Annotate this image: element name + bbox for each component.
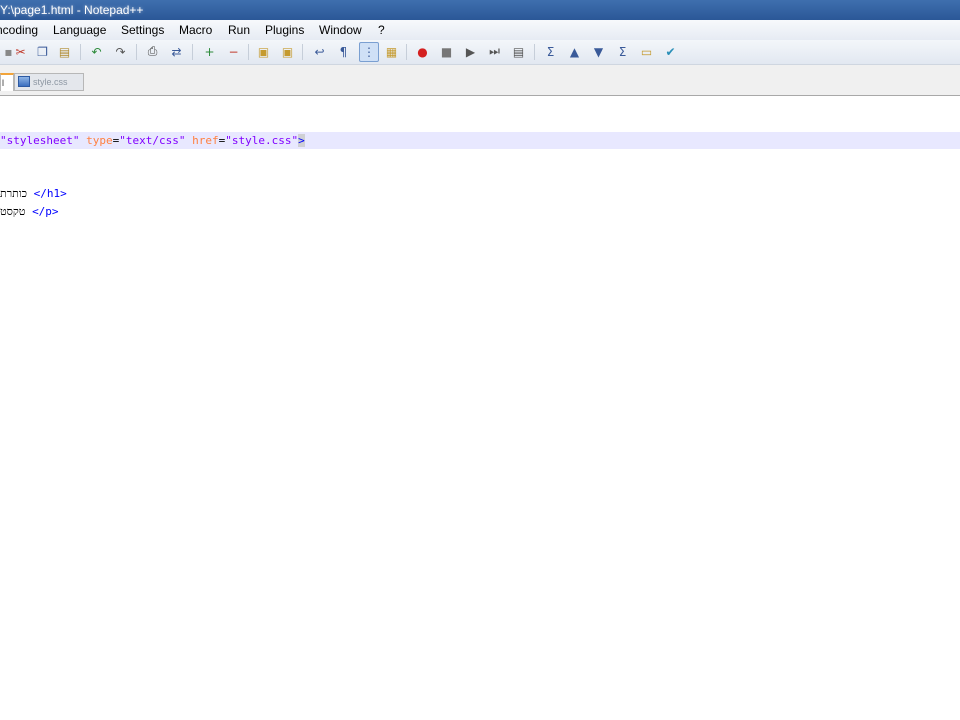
- stop-record-icon[interactable]: ■: [438, 43, 455, 60]
- toolbar-separator: [248, 44, 249, 60]
- code-token: "text/css": [119, 134, 186, 147]
- code-line-current: "stylesheet" type="text/css" href="style…: [0, 132, 960, 149]
- paste-icon[interactable]: ▤: [56, 43, 73, 60]
- copy-icon[interactable]: ❐: [34, 43, 51, 60]
- code-token: </h1>: [33, 187, 67, 200]
- play-multiple-icon[interactable]: ⏭: [486, 43, 503, 60]
- menu-window[interactable]: Window: [319, 20, 362, 40]
- zoom-out-icon[interactable]: −: [225, 43, 242, 60]
- record-macro-icon[interactable]: ●: [414, 43, 431, 60]
- code-line: טקסט </p>: [0, 203, 960, 220]
- code-token: href: [192, 134, 219, 147]
- menu-bar: ncoding Language Settings Macro Run Plug…: [0, 20, 960, 40]
- sync-horizontal-icon[interactable]: ▣: [279, 43, 296, 60]
- toolbar-separator: [80, 44, 81, 60]
- menu-help[interactable]: ?: [378, 20, 385, 40]
- code-token: כותרת: [0, 187, 34, 200]
- code-token: type: [86, 134, 113, 147]
- menu-encoding[interactable]: ncoding: [0, 20, 38, 40]
- undo-icon[interactable]: ↶: [88, 43, 105, 60]
- file-icon: [18, 76, 30, 87]
- tab-page1-label: l: [2, 78, 4, 88]
- title-bar: Y:\page1.html - Notepad++: [0, 0, 960, 20]
- toolbar-separator: [192, 44, 193, 60]
- print-icon[interactable]: ⎙: [144, 43, 161, 60]
- indent-guide-icon[interactable]: ⋮: [359, 42, 379, 62]
- tab-style-css-label: style.css: [33, 77, 68, 87]
- editor[interactable]: "stylesheet" type="text/css" href="style…: [0, 96, 960, 720]
- fold-icon[interactable]: Σ: [542, 43, 559, 60]
- unfold-icon[interactable]: Σ: [614, 43, 631, 60]
- code-token: טקסט: [0, 205, 33, 218]
- tab-style-css[interactable]: style.css: [14, 73, 84, 91]
- menu-language[interactable]: Language: [53, 20, 106, 40]
- menu-settings[interactable]: Settings: [121, 20, 164, 40]
- all-chars-icon[interactable]: ¶: [335, 43, 352, 60]
- menu-macro[interactable]: Macro: [179, 20, 212, 40]
- play-macro-icon[interactable]: ▶: [462, 43, 479, 60]
- menu-plugins[interactable]: Plugins: [265, 20, 304, 40]
- word-wrap-icon[interactable]: ↩: [311, 43, 328, 60]
- next-bookmark-icon[interactable]: ▼: [590, 43, 607, 60]
- code-line: כותרת </h1>: [0, 185, 960, 202]
- toolbar: ▪ ✂ ❐ ▤ ↶ ↷ ⎙ ⇄ + − ▣ ▣ ↩ ¶ ⋮ ▦ ● ■ ▶ ⏭ …: [0, 40, 960, 65]
- toolbar-separator: [136, 44, 137, 60]
- code-token: </p>: [32, 205, 59, 218]
- check-icon[interactable]: ✔: [662, 43, 679, 60]
- code-token: "stylesheet": [0, 134, 80, 147]
- zoom-in-icon[interactable]: +: [201, 43, 218, 60]
- toolbar-separator: [534, 44, 535, 60]
- toolbar-separator: [302, 44, 303, 60]
- open-folder-icon[interactable]: ▭: [638, 43, 655, 60]
- code-token: >: [298, 134, 305, 147]
- tab-page1[interactable]: l: [0, 73, 14, 91]
- window-title: Y:\page1.html - Notepad++: [0, 3, 144, 17]
- code-token: "style.css": [225, 134, 299, 147]
- tab-bar: l style.css: [0, 65, 960, 96]
- save-macro-icon[interactable]: ▤: [510, 43, 527, 60]
- cut-icon[interactable]: ✂: [12, 43, 29, 60]
- replace-icon[interactable]: ⇄: [168, 43, 185, 60]
- redo-icon[interactable]: ↷: [112, 43, 129, 60]
- menu-run[interactable]: Run: [228, 20, 250, 40]
- toolbar-separator: [406, 44, 407, 60]
- prev-bookmark-icon[interactable]: ▲: [566, 43, 583, 60]
- document-map-icon[interactable]: ▦: [383, 43, 400, 60]
- sync-vertical-icon[interactable]: ▣: [255, 43, 272, 60]
